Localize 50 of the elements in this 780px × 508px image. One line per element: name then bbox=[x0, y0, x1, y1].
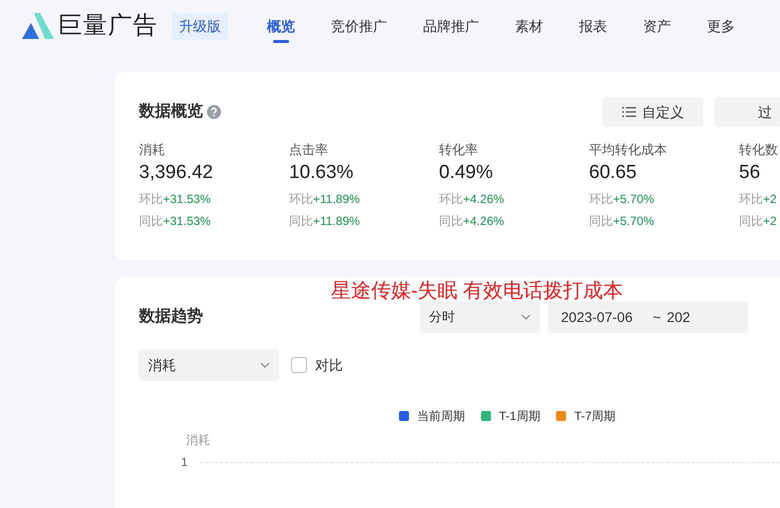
active-tab-indicator bbox=[273, 40, 289, 43]
metric-change: 同比+31.53% bbox=[139, 213, 212, 230]
nav-tab[interactable]: 素材 bbox=[502, 0, 556, 52]
metric-change: 同比+11.89% bbox=[289, 213, 361, 230]
upgrade-badge[interactable]: 升级版 bbox=[172, 12, 228, 40]
nav-tab[interactable]: 更多 bbox=[694, 0, 748, 52]
legend-label: 当前周期 bbox=[417, 408, 465, 425]
metric-value: 3,396.42 bbox=[139, 161, 214, 185]
card-title: 数据概览 bbox=[139, 102, 203, 122]
nav-tab[interactable]: 概览 bbox=[254, 0, 308, 52]
metric-change: 环比+31.53% bbox=[139, 191, 212, 208]
compare-label: 对比 bbox=[315, 356, 343, 374]
list-icon bbox=[622, 106, 636, 118]
chevron-down-icon bbox=[260, 362, 270, 368]
legend-label: T-1周期 bbox=[499, 408, 540, 425]
metric-change: 环比+4.26% bbox=[439, 191, 506, 208]
metric-label: 转化率 bbox=[439, 141, 479, 159]
metric-change: 同比+2 bbox=[739, 213, 778, 230]
y-axis-tick: 1 bbox=[181, 454, 188, 471]
toolbar-button[interactable]: 过 bbox=[715, 97, 780, 127]
chevron-down-icon bbox=[521, 314, 531, 320]
metric-value: 60.65 bbox=[589, 161, 638, 185]
logo-text: 巨量广告 bbox=[58, 14, 158, 38]
metric-change: 环比+5.70% bbox=[589, 191, 656, 208]
metric-change: 环比+2 bbox=[739, 191, 778, 208]
metric-label: 平均转化成本 bbox=[589, 141, 668, 159]
metric-value: 10.63% bbox=[289, 161, 354, 185]
granularity-select[interactable]: 分时 bbox=[420, 301, 540, 333]
nav-tab[interactable]: 资产 bbox=[630, 0, 684, 52]
metric-change: 环比+11.89% bbox=[289, 191, 361, 208]
toolbar-button[interactable]: 自定义 bbox=[603, 97, 703, 127]
metric-label: 消耗 bbox=[139, 141, 166, 159]
help-icon bbox=[207, 105, 221, 119]
metric-value: 56 bbox=[739, 161, 762, 185]
nav-tab[interactable]: 报表 bbox=[566, 0, 620, 52]
nav-tab[interactable]: 竞价推广 bbox=[318, 0, 400, 52]
legend-label: T-7周期 bbox=[574, 408, 616, 425]
metric-change: 同比+4.26% bbox=[439, 213, 506, 230]
y-axis-label: 消耗 bbox=[186, 432, 211, 449]
nav-tab[interactable]: 品牌推广 bbox=[410, 0, 492, 52]
metric-change: 同比+5.70% bbox=[589, 213, 656, 230]
metric-value: 0.49% bbox=[439, 161, 494, 185]
compare-checkbox[interactable] bbox=[291, 357, 307, 373]
card-title: 数据趋势 bbox=[139, 306, 203, 327]
date-range-field[interactable]: 2023-07-06 ~ 202 bbox=[548, 301, 748, 333]
metric-label: 点击率 bbox=[289, 141, 329, 159]
logo-icon bbox=[22, 13, 54, 39]
metric-label: 转化数 bbox=[739, 141, 779, 159]
metric-select[interactable]: 消耗 bbox=[139, 349, 279, 381]
annotation-text: 星途传媒-失眠 有效电话拨打成本 bbox=[331, 279, 624, 304]
